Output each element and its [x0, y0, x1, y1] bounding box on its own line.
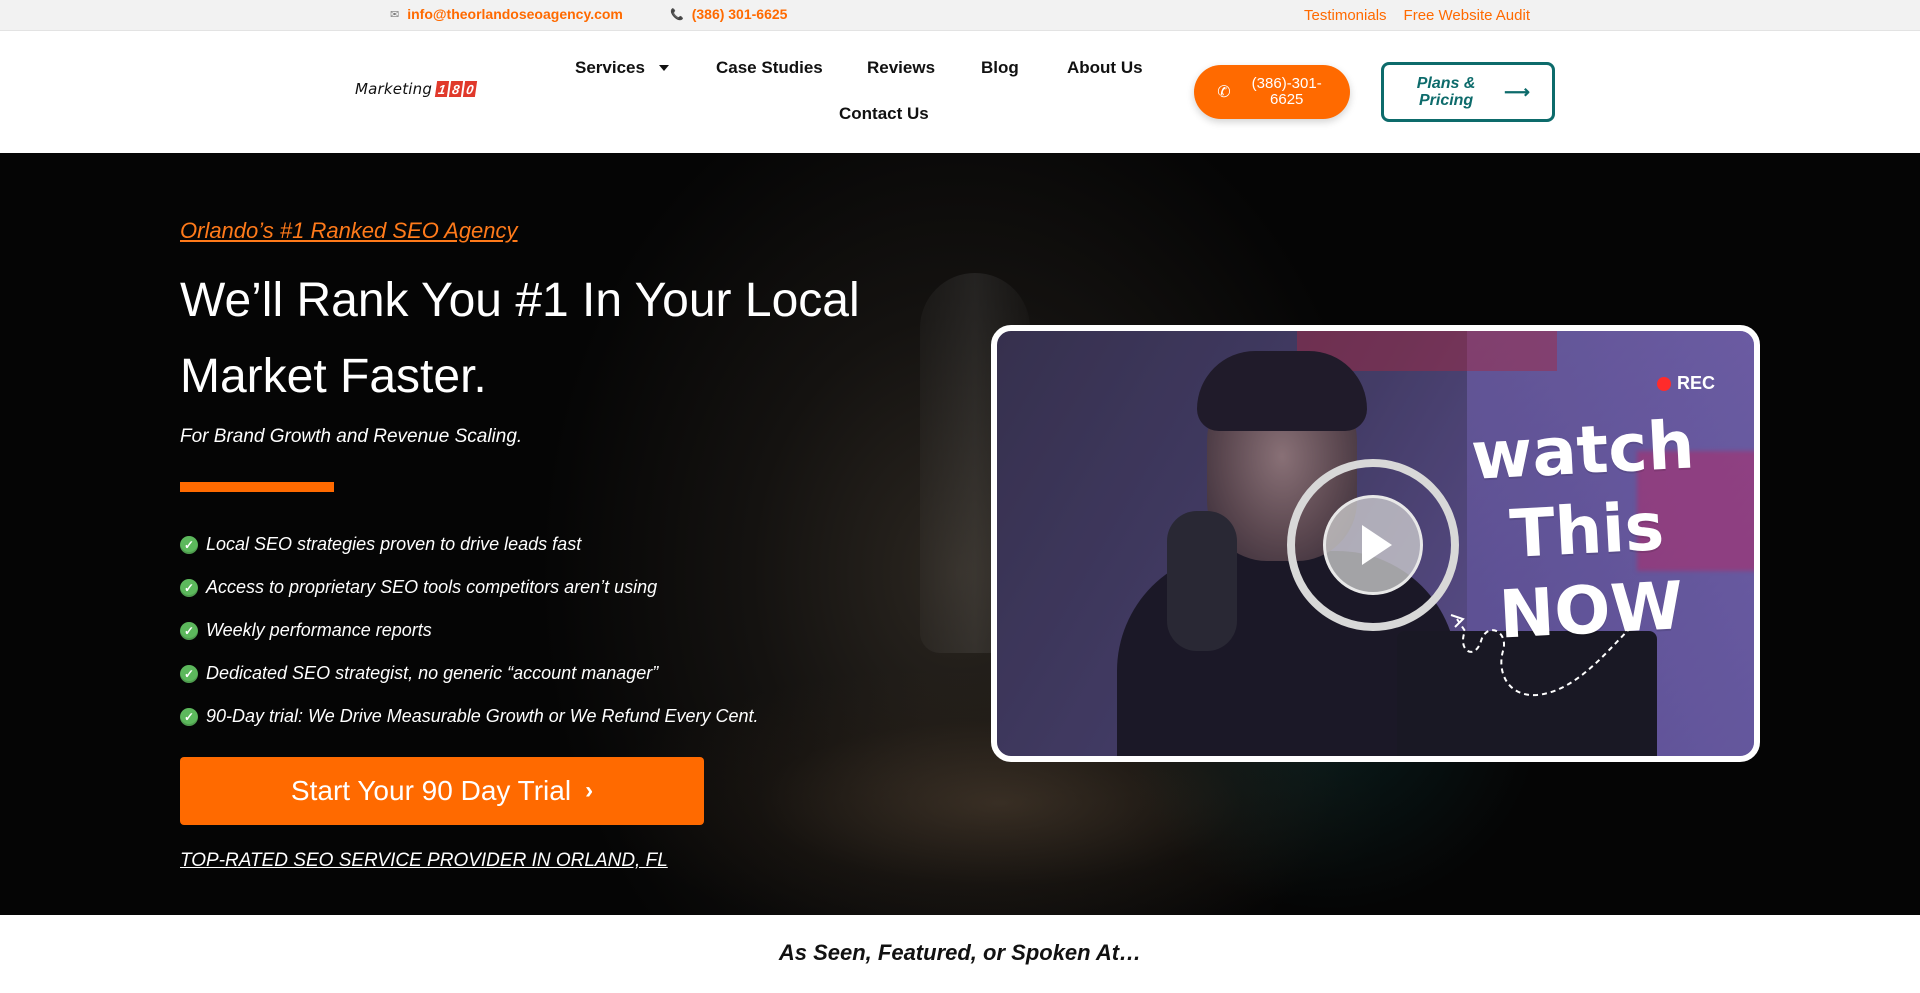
- top-links: Testimonials Free Website Audit: [1304, 7, 1530, 24]
- benefit-text: Access to proprietary SEO tools competit…: [206, 577, 658, 597]
- check-circle-icon: ✓: [180, 535, 198, 554]
- envelope-icon: ✉: [390, 8, 400, 21]
- chevron-right-icon: ›: [585, 777, 594, 804]
- start-trial-button[interactable]: Start Your 90 Day Trial ›: [180, 757, 704, 825]
- list-item: ✓ Weekly performance reports: [180, 609, 759, 652]
- rec-badge: REC: [1657, 373, 1715, 394]
- nav-blog[interactable]: Blog: [981, 58, 1019, 78]
- benefit-text: 90-Day trial: We Drive Measurable Growth…: [206, 706, 759, 726]
- logo-digit: 1: [434, 81, 450, 97]
- top-rated-link[interactable]: TOP-RATED SEO SERVICE PROVIDER IN ORLAND…: [180, 850, 668, 872]
- benefit-text: Weekly performance reports: [206, 620, 432, 640]
- phone-icon: 📞: [670, 8, 684, 21]
- logo-digit: 0: [462, 81, 478, 97]
- hero-tagline[interactable]: Orlando’s #1 Ranked SEO Agency: [180, 218, 518, 244]
- nav-services[interactable]: Services: [575, 58, 669, 78]
- logo-digit: 8: [448, 81, 464, 97]
- benefit-text: Local SEO strategies proven to drive lea…: [206, 534, 582, 554]
- plans-pricing-button[interactable]: Plans & Pricing ⟶: [1381, 62, 1555, 122]
- chevron-down-icon: [658, 65, 669, 71]
- site-header: Marketing 1 8 0 Services Case Studies Re…: [0, 31, 1920, 153]
- email-link[interactable]: ✉ info@theorlandoseoagency.com: [390, 6, 623, 22]
- watch-line: This: [1508, 488, 1666, 573]
- benefit-list: ✓ Local SEO strategies proven to drive l…: [180, 523, 759, 738]
- video-player[interactable]: REC watch This NOW: [991, 325, 1760, 762]
- phone-text: (386) 301-6625: [691, 6, 788, 22]
- call-button[interactable]: ✆ (386)-301-6625: [1194, 65, 1350, 119]
- benefit-text: Dedicated SEO strategist, no generic “ac…: [206, 663, 659, 683]
- logo-digits: 1 8 0: [434, 81, 478, 97]
- orange-divider: [180, 482, 334, 492]
- as-seen-heading: As Seen, Featured, or Spoken At…: [778, 940, 1142, 965]
- list-item: ✓ Local SEO strategies proven to drive l…: [180, 523, 759, 566]
- hero-headline: We’ll Rank You #1 In Your Local Market F…: [180, 274, 860, 403]
- logo[interactable]: Marketing 1 8 0: [355, 80, 478, 98]
- nav-case-studies[interactable]: Case Studies: [716, 58, 823, 78]
- logo-word: Marketing: [355, 80, 433, 98]
- plans-pricing-label: Plans & Pricing: [1416, 75, 1476, 109]
- call-button-label: (386)-301-6625: [1251, 75, 1322, 108]
- play-icon: [1323, 495, 1423, 595]
- record-dot-icon: [1657, 376, 1671, 391]
- list-item: ✓ 90-Day trial: We Drive Measurable Grow…: [180, 695, 759, 738]
- check-circle-icon: ✓: [180, 621, 198, 640]
- start-trial-label: Start Your 90 Day Trial: [290, 775, 572, 806]
- top-bar: ✉ info@theorlandoseoagency.com 📞 (386) 3…: [0, 0, 1920, 31]
- arrow-right-icon: ⟶: [1504, 81, 1530, 102]
- list-item: ✓ Access to proprietary SEO tools compet…: [180, 566, 759, 609]
- play-button[interactable]: [1287, 459, 1459, 631]
- nav-reviews[interactable]: Reviews: [867, 58, 935, 78]
- phone-link[interactable]: 📞 (386) 301-6625: [670, 6, 787, 22]
- free-website-audit-link[interactable]: Free Website Audit: [1404, 7, 1530, 24]
- phone-icon: ✆: [1217, 84, 1231, 101]
- check-circle-icon: ✓: [180, 664, 198, 683]
- hero-subhead: For Brand Growth and Revenue Scaling.: [180, 426, 523, 447]
- nav-contact-us[interactable]: Contact Us: [839, 104, 929, 124]
- dashed-arrow-icon: [1450, 614, 1638, 697]
- nav-services-label: Services: [575, 58, 645, 77]
- hero-section: Orlando’s #1 Ranked SEO Agency We’ll Ran…: [0, 153, 1920, 915]
- check-circle-icon: ✓: [180, 578, 198, 597]
- check-circle-icon: ✓: [180, 707, 198, 726]
- watch-line: watch: [1469, 406, 1697, 495]
- nav-about-us[interactable]: About Us: [1067, 58, 1143, 78]
- testimonials-link[interactable]: Testimonials: [1304, 7, 1387, 24]
- rec-label: REC: [1677, 373, 1716, 393]
- email-text: info@theorlandoseoagency.com: [407, 6, 623, 22]
- list-item: ✓ Dedicated SEO strategist, no generic “…: [180, 652, 759, 695]
